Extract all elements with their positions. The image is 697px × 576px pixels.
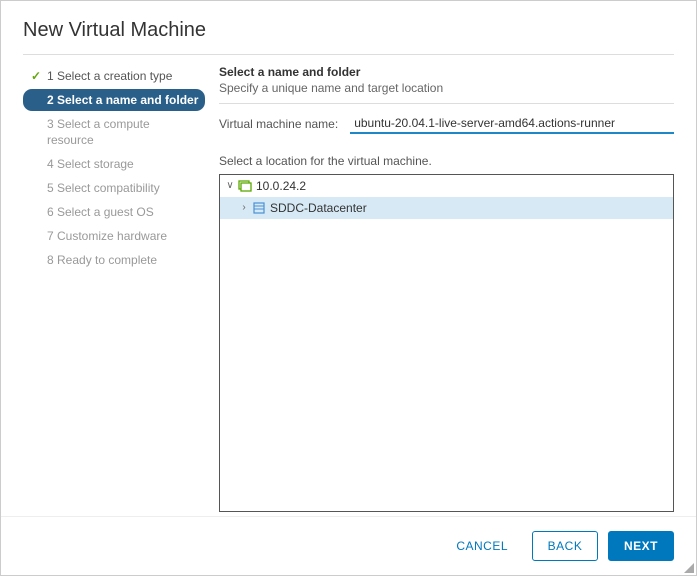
content-area: ✓ 1 Select a creation type 2 Select a na… <box>23 55 674 516</box>
step-label: 1 Select a creation type <box>47 68 172 84</box>
step-label: 8 Ready to complete <box>47 252 157 268</box>
vm-name-input[interactable] <box>350 114 674 134</box>
tree-node-label: SDDC-Datacenter <box>270 199 367 217</box>
step-customize-hardware: 7 Customize hardware <box>23 225 205 247</box>
cancel-button[interactable]: CANCEL <box>442 532 522 560</box>
step-guest-os: 6 Select a guest OS <box>23 201 205 223</box>
tree-datacenter-node[interactable]: › SDDC-Datacenter <box>220 197 673 219</box>
location-label: Select a location for the virtual machin… <box>219 154 674 168</box>
step-name-folder[interactable]: 2 Select a name and folder <box>23 89 205 111</box>
step-label: 2 Select a name and folder <box>47 92 198 108</box>
wizard-steps: ✓ 1 Select a creation type 2 Select a na… <box>23 55 205 516</box>
tree-node-label: 10.0.24.2 <box>256 177 306 195</box>
step-label: 6 Select a guest OS <box>47 204 154 220</box>
collapse-icon[interactable]: ∨ <box>224 177 236 195</box>
expand-icon[interactable]: › <box>238 199 250 217</box>
step-creation-type[interactable]: ✓ 1 Select a creation type <box>23 65 205 87</box>
step-label: 5 Select compatibility <box>47 180 160 196</box>
main-panel: Select a name and folder Specify a uniqu… <box>205 55 674 516</box>
location-tree[interactable]: ∨ 10.0.24.2 › <box>219 174 674 512</box>
step-label: 4 Select storage <box>47 156 134 172</box>
new-vm-dialog: New Virtual Machine ✓ 1 Select a creatio… <box>1 1 696 575</box>
tree-root-node[interactable]: ∨ 10.0.24.2 <box>220 175 673 197</box>
resize-handle-icon[interactable] <box>684 563 694 573</box>
vm-name-label: Virtual machine name: <box>219 117 338 131</box>
dialog-footer: CANCEL BACK NEXT <box>1 516 696 575</box>
datacenter-icon <box>252 201 266 215</box>
step-compute-resource: 3 Select a compute resource <box>23 113 205 151</box>
section-subheading: Specify a unique name and target locatio… <box>219 81 674 95</box>
next-button[interactable]: NEXT <box>608 531 674 561</box>
vcenter-icon <box>238 179 252 193</box>
step-label: 3 Select a compute resource <box>47 116 199 148</box>
step-ready-complete: 8 Ready to complete <box>23 249 205 271</box>
vm-name-row: Virtual machine name: <box>219 114 674 134</box>
check-icon: ✓ <box>31 68 43 84</box>
step-label: 7 Customize hardware <box>47 228 167 244</box>
step-storage: 4 Select storage <box>23 153 205 175</box>
step-compatibility: 5 Select compatibility <box>23 177 205 199</box>
section-heading: Select a name and folder <box>219 65 674 79</box>
back-button[interactable]: BACK <box>532 531 598 561</box>
section-divider <box>219 103 674 104</box>
dialog-title: New Virtual Machine <box>23 19 674 42</box>
